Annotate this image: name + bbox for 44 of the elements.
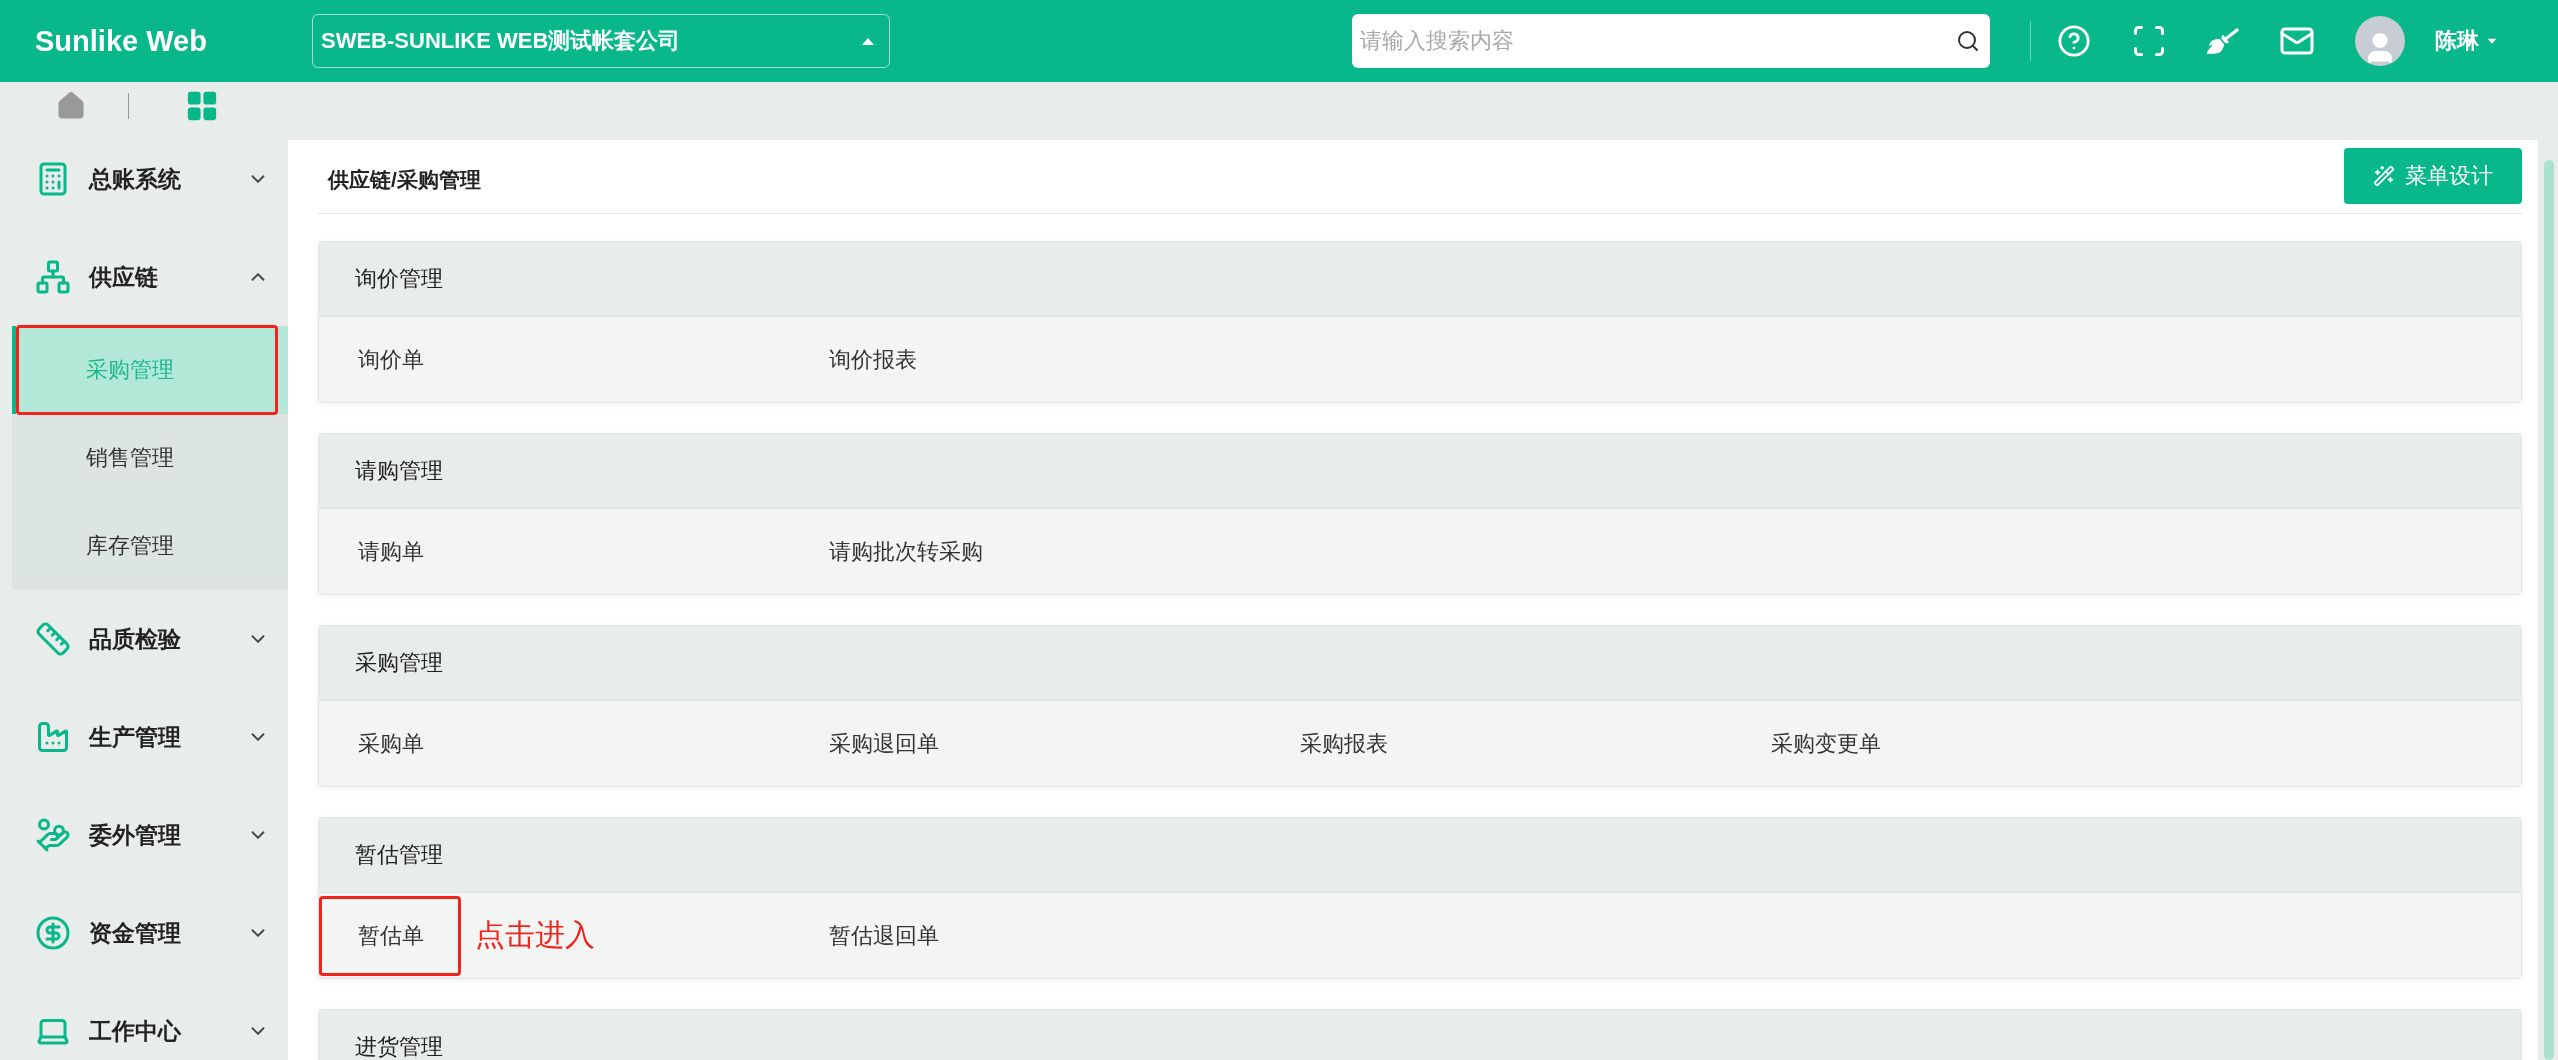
search-field[interactable]: 请输入搜索内容 (1352, 14, 1990, 68)
factory-icon (35, 719, 71, 755)
search-icon[interactable] (1956, 29, 1980, 53)
sidebar-group[interactable]: 品质检验 (0, 590, 288, 688)
menu-link[interactable]: 暂估退回单 (790, 895, 976, 976)
fullscreen-icon[interactable] (2131, 23, 2167, 59)
sidebar-group[interactable]: 总账系统 (0, 130, 288, 228)
avatar[interactable] (2355, 16, 2405, 66)
section-title: 请购管理 (319, 434, 2521, 509)
menu-link[interactable]: 采购退回单 (790, 703, 976, 784)
menu-link[interactable]: 采购变更单 (1732, 703, 1918, 784)
section-title: 进货管理 (319, 1010, 2521, 1060)
network-icon (35, 259, 71, 295)
sidebar-group[interactable]: 工作中心 (0, 982, 288, 1060)
broom-icon[interactable] (2207, 25, 2239, 57)
logo: Sunlike Web (35, 24, 208, 58)
section-title: 询价管理 (319, 242, 2521, 317)
sidebar-item[interactable]: 库存管理 (12, 502, 288, 590)
sidebar-item[interactable]: 销售管理 (12, 414, 288, 502)
scrollbar[interactable] (2544, 160, 2554, 1060)
sidebar-group[interactable]: 供应链 (0, 228, 288, 326)
breadcrumb: 供应链/采购管理 (326, 166, 481, 193)
sidebar-group[interactable]: 委外管理 (0, 786, 288, 884)
magic-wand-icon (2373, 164, 2395, 187)
menu-link[interactable]: 请购批次转采购 (790, 511, 1020, 592)
menu-link[interactable]: 询价单 (319, 319, 461, 400)
ruler-icon (35, 621, 71, 657)
hand-coins-icon (35, 817, 71, 853)
caret-icon (2487, 37, 2497, 45)
sidebar-group[interactable]: 生产管理 (0, 688, 288, 786)
home-icon[interactable] (56, 91, 86, 121)
menu-link[interactable]: 询价报表 (790, 319, 954, 400)
grid-icon[interactable] (185, 89, 219, 123)
menu-link[interactable]: 暂估单 (319, 895, 461, 976)
menu-link[interactable]: 采购报表 (1261, 703, 1425, 784)
sidebar-group[interactable]: 资金管理 (0, 884, 288, 982)
menu-link[interactable]: 采购单 (319, 703, 461, 784)
coin-icon (35, 915, 71, 951)
caret-icon (861, 36, 875, 46)
section-title: 采购管理 (319, 626, 2521, 701)
menu-link[interactable]: 请购单 (319, 511, 461, 592)
callout-text: 点击进入 (475, 917, 595, 953)
help-icon[interactable] (2057, 24, 2091, 58)
section-title: 暂估管理 (319, 818, 2521, 893)
